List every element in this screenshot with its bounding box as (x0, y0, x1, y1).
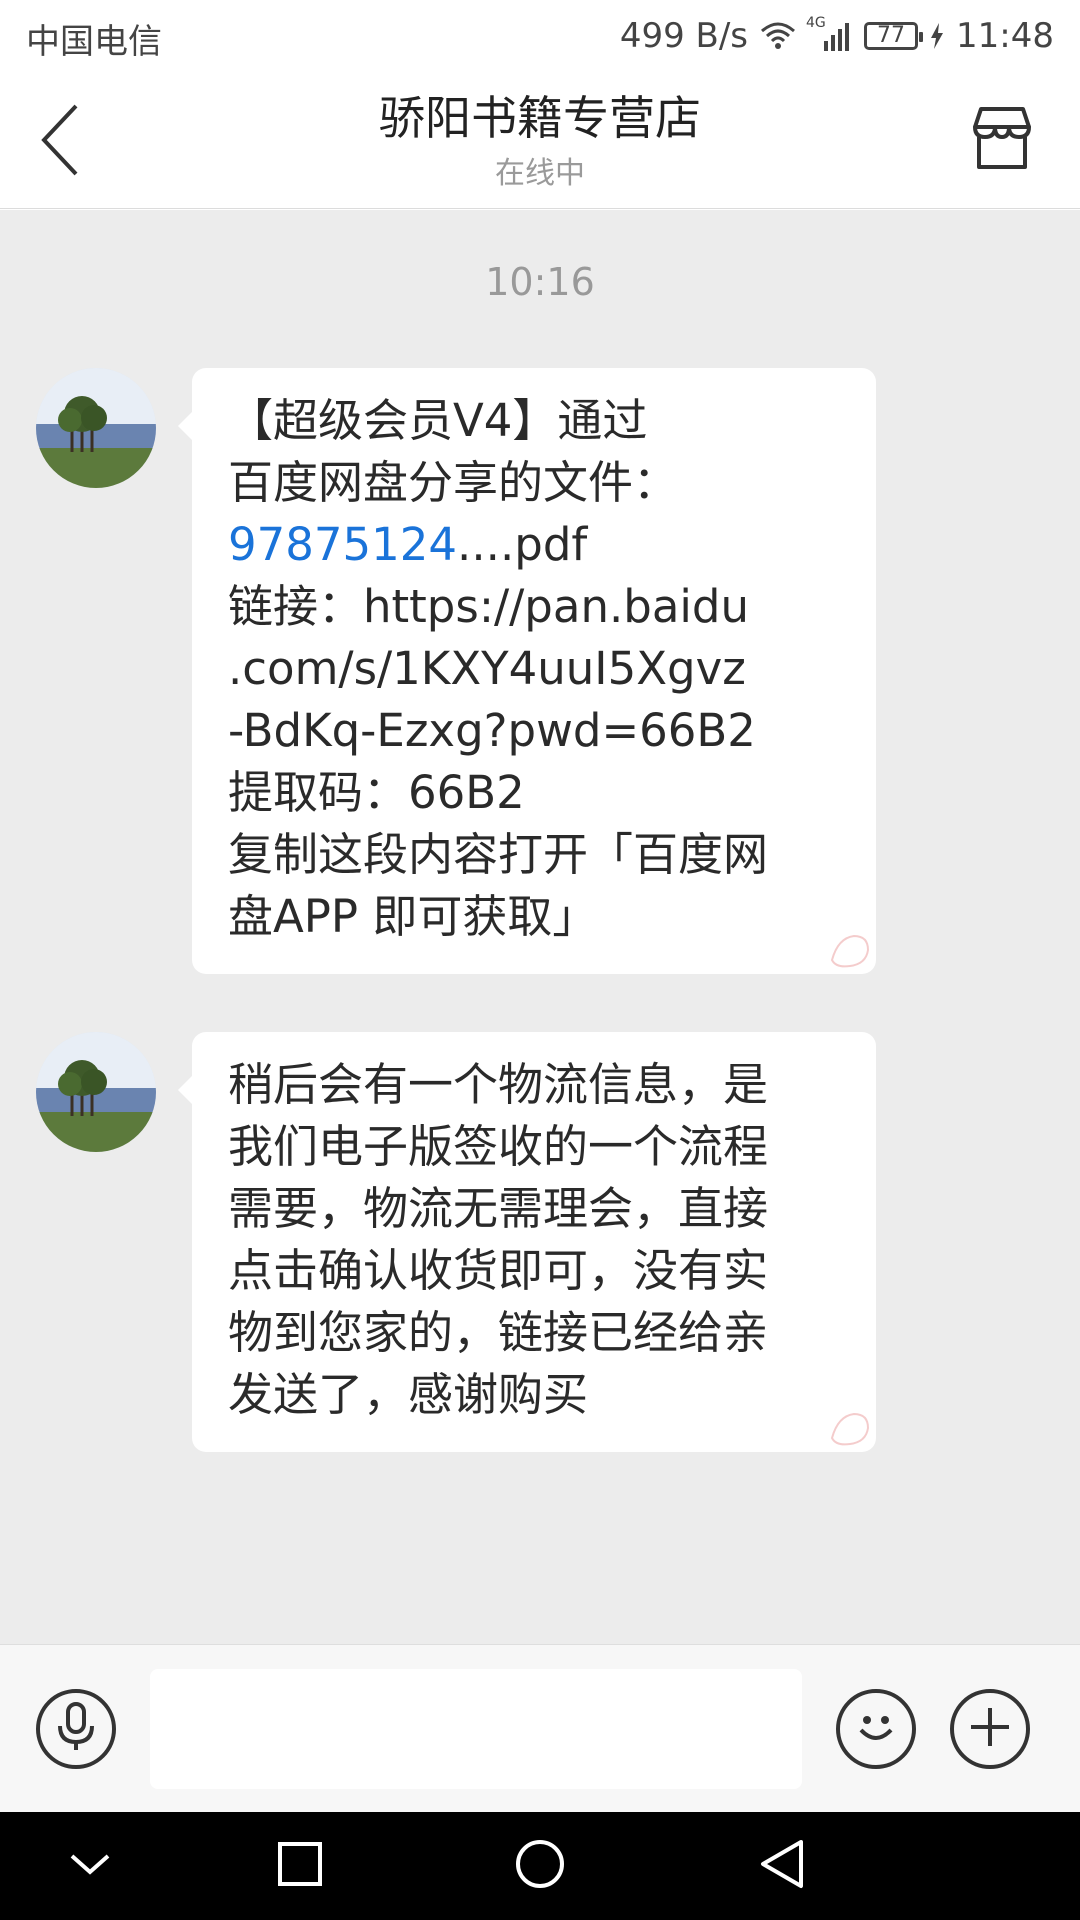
nav-collapse-button[interactable] (60, 1836, 120, 1896)
emoji-button[interactable] (836, 1689, 916, 1769)
message-line: -BdKq-Ezxg?pwd=66B2 (228, 704, 756, 757)
message-line: 我们电子版签收的一个流程 (228, 1120, 769, 1173)
avatar[interactable] (36, 368, 156, 488)
store-icon (969, 105, 1035, 175)
more-button[interactable] (950, 1689, 1030, 1769)
nav-recent-button[interactable] (270, 1836, 330, 1896)
avatar[interactable] (36, 1032, 156, 1152)
network-type: 4G (806, 15, 826, 31)
stamp-icon (830, 934, 870, 968)
message-line: 物到您家的，链接已经给亲 (228, 1306, 769, 1359)
status-indicators: 499 B/s 4G 77 11:48 (620, 14, 1054, 58)
message-bubble[interactable]: 【超级会员V4】通过 百度网盘分享的文件： 97875124....pdf 链接… (178, 368, 876, 974)
message-line: 【超级会员V4】通过 (228, 394, 648, 447)
plus-icon (967, 1704, 1013, 1754)
carrier-name: 中国电信 (26, 22, 162, 62)
signal-icon: 4G (806, 15, 852, 51)
charging-icon (930, 23, 944, 49)
shop-name: 骄阳书籍专营店 (379, 91, 701, 145)
chat-header: 骄阳书籍专营店 在线中 (0, 72, 1080, 209)
message-bubble[interactable]: 稍后会有一个物流信息，是 我们电子版签收的一个流程 需要，物流无需理会，直接 点… (178, 1032, 876, 1452)
message-line: 点击确认收货即可，没有实 (228, 1244, 769, 1297)
message-line: 链接：https://pan.baidu (228, 580, 749, 633)
nav-back-button[interactable] (752, 1836, 812, 1896)
home-icon (514, 1838, 566, 1894)
message-line: 百度网盘分享的文件： (228, 456, 679, 509)
back-triangle-icon (759, 1838, 805, 1894)
input-bar (0, 1644, 1080, 1812)
battery-icon: 77 (864, 22, 924, 50)
online-status: 在线中 (495, 156, 585, 191)
network-speed: 499 B/s (619, 16, 749, 56)
message-line: 97875124....pdf (228, 514, 846, 576)
message-input[interactable] (150, 1669, 802, 1789)
wifi-icon (760, 21, 796, 51)
message-line: 提取码：66B2 (228, 766, 525, 819)
message-line: 发送了，感谢购买 (228, 1368, 589, 1421)
file-link[interactable]: 97875124 (228, 518, 457, 571)
message-line: 稍后会有一个物流信息，是 (228, 1058, 769, 1111)
stamp-icon (830, 1412, 870, 1446)
message-line: 需要，物流无需理会，直接 (228, 1182, 769, 1235)
file-extension: ....pdf (457, 518, 588, 571)
microphone-icon (56, 1702, 96, 1756)
message-line: 复制这段内容打开「百度网 (228, 828, 769, 881)
voice-button[interactable] (36, 1689, 116, 1769)
collapse-icon (70, 1852, 110, 1880)
system-nav-bar (0, 1812, 1080, 1920)
message-line: 盘APP 即可获取」 (228, 890, 598, 943)
recent-apps-icon (277, 1841, 323, 1891)
clock: 11:48 (956, 16, 1054, 56)
emoji-icon (851, 1702, 901, 1756)
status-bar: 中国电信 499 B/s 4G 77 11:48 (0, 0, 1080, 72)
chat-area[interactable]: 10:16 【超级会员V4】通过 百度网盘分享的文件： 97875124....… (0, 210, 1080, 1644)
store-button[interactable] (964, 102, 1040, 178)
message-timestamp: 10:16 (485, 260, 595, 304)
nav-home-button[interactable] (510, 1836, 570, 1896)
message-line: .com/s/1KXY4uuI5Xgvz (228, 642, 746, 695)
